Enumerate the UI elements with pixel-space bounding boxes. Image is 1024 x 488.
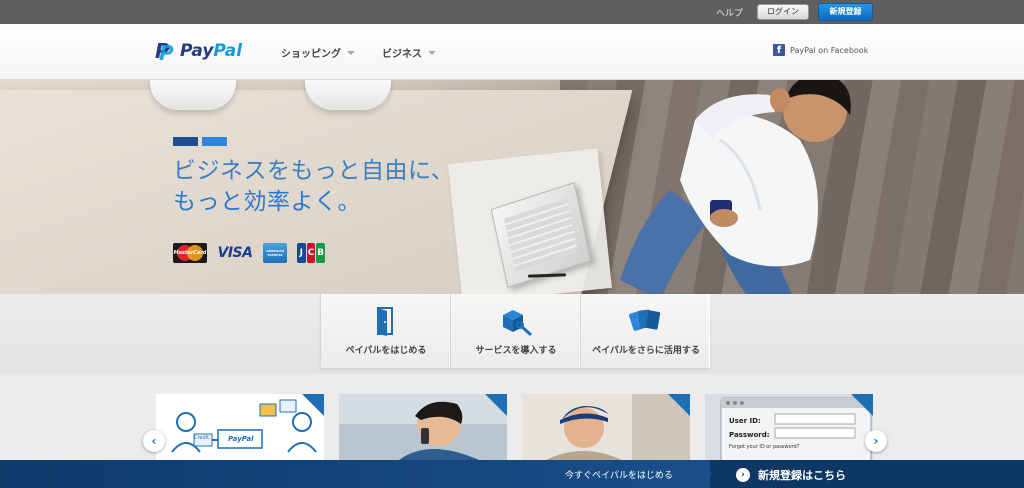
site-header: PP PayPal ショッピング ビジネス f PayPal on Facebo… [0, 24, 1024, 80]
carousel-slide[interactable]: Credit PayPal [156, 394, 324, 460]
hero-banner: ビジネスをもっと自由に、 もっと効率よく。 MasterCard VISA AM… [0, 80, 1024, 294]
cta-signup-button[interactable]: › 新規登録はこちら [736, 467, 846, 483]
illustration-paypal-flow [156, 394, 324, 460]
visa-logo: VISA [217, 245, 253, 261]
carousel-slide[interactable] [522, 394, 690, 460]
photo-woman-on-phone [339, 394, 507, 460]
nav-business[interactable]: ビジネス [382, 45, 436, 60]
paypal-p-icon: PP [155, 39, 174, 65]
corner-ribbon [668, 394, 690, 416]
tab-label: ペイパルをはじめる [345, 346, 427, 356]
jcb-logo: J C B [297, 243, 326, 263]
tab-label: サービスを導入する [475, 346, 557, 356]
help-link[interactable]: ヘルプ [716, 6, 743, 19]
carousel-next-button[interactable]: › [865, 430, 887, 452]
login-button[interactable]: ログイン [757, 4, 809, 20]
carousel-prev-button[interactable]: ‹ [143, 430, 165, 452]
carousel-slide[interactable]: User ID: Password: Forgot your ID or pas… [705, 394, 873, 460]
tab-label: ペイパルをさらに活用する [592, 346, 700, 356]
corner-ribbon [485, 394, 507, 416]
hero-headline: ビジネスをもっと自由に、 もっと効率よく。 [173, 158, 455, 215]
carousel-slide[interactable] [339, 394, 507, 460]
door-icon [377, 307, 393, 336]
amex-logo: AMERICAN EXPRESS [263, 243, 287, 263]
box-wrench-icon [503, 310, 532, 336]
signup-cta-bar: 今すぐペイパルをはじめる › 新規登録はこちら [0, 460, 1024, 488]
caret-down-icon [347, 50, 355, 55]
signup-button[interactable]: 新規登録 [818, 3, 873, 21]
utility-bar: ヘルプ ログイン 新規登録 [0, 0, 1024, 24]
cards-icon [629, 309, 661, 331]
corner-ribbon [302, 394, 324, 416]
cta-text: 今すぐペイパルをはじめる [565, 471, 673, 481]
tab-use-more[interactable]: ペイパルをさらに活用する [580, 294, 710, 368]
hero-chair [150, 80, 236, 110]
hero-stripes [173, 137, 227, 146]
hero-chair [305, 80, 391, 110]
nav-shopping[interactable]: ショッピング [281, 45, 355, 60]
paypal-logo[interactable]: PP PayPal [155, 39, 242, 65]
mastercard-logo: MasterCard [173, 243, 207, 263]
arrow-right-icon: › [736, 468, 750, 482]
tab-get-started[interactable]: ペイパルをはじめる [320, 294, 450, 368]
corner-ribbon [851, 394, 873, 416]
facebook-icon: f [773, 44, 785, 56]
tab-integrate-service[interactable]: サービスを導入する [450, 294, 580, 368]
facebook-link[interactable]: f PayPal on Facebook [773, 44, 868, 56]
accepted-cards: MasterCard VISA AMERICAN EXPRESS J C B [173, 243, 326, 263]
photo-woman-with-bandana [522, 394, 690, 460]
caret-down-icon [428, 50, 436, 55]
hero-person-image [620, 80, 851, 294]
login-window-illustration [705, 394, 873, 460]
